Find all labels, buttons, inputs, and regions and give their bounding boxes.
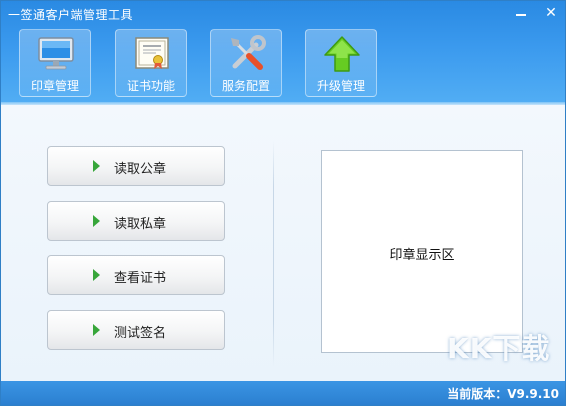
button-label: 测试签名 xyxy=(114,326,167,341)
read-public-seal-button[interactable]: 读取公章 xyxy=(47,146,225,186)
seal-display-area: 印章显示区 xyxy=(321,150,523,353)
toolbar-label: 证书功能 xyxy=(126,79,175,93)
close-button[interactable]: ✕ xyxy=(539,3,563,23)
toolbar-upgrade[interactable]: 升级管理 xyxy=(305,29,377,97)
play-arrow-icon xyxy=(93,215,100,227)
view-certificate-button[interactable]: 查看证书 xyxy=(47,255,225,295)
toolbar-label: 印章管理 xyxy=(30,79,79,93)
test-signature-button[interactable]: 测试签名 xyxy=(47,310,225,350)
close-icon: ✕ xyxy=(545,5,557,21)
read-private-seal-button[interactable]: 读取私章 xyxy=(47,201,225,241)
watermark: KK下载 xyxy=(447,332,551,365)
play-arrow-icon xyxy=(93,269,100,281)
header: 一签通客户端管理工具 ✕ 印章管理 证书功能 服务配置 升级管理 xyxy=(1,1,565,105)
minimize-icon xyxy=(516,14,526,16)
button-label: 读取私章 xyxy=(114,217,167,232)
seal-display-label: 印章显示区 xyxy=(389,248,455,263)
monitor-icon xyxy=(38,37,74,70)
version-label: 当前版本：V9.9.10 xyxy=(447,387,559,401)
upgrade-arrow-icon xyxy=(324,36,360,72)
toolbar-certificate[interactable]: 证书功能 xyxy=(115,29,187,97)
toolbar-service-config[interactable]: 服务配置 xyxy=(210,29,282,97)
button-label: 读取公章 xyxy=(114,162,167,177)
toolbar-seal-management[interactable]: 印章管理 xyxy=(19,29,91,97)
app-window: 一签通客户端管理工具 ✕ 印章管理 证书功能 服务配置 升级管理 读取公章 读取… xyxy=(0,0,566,406)
divider xyxy=(273,141,274,367)
play-arrow-icon xyxy=(93,324,100,336)
play-arrow-icon xyxy=(93,160,100,172)
toolbar-label: 升级管理 xyxy=(316,79,365,93)
status-bar: 当前版本：V9.9.10 xyxy=(1,381,565,405)
button-label: 查看证书 xyxy=(114,271,167,286)
toolbar-label: 服务配置 xyxy=(221,79,270,93)
minimize-button[interactable] xyxy=(509,3,533,23)
window-title: 一签通客户端管理工具 xyxy=(8,8,134,22)
tools-icon xyxy=(231,35,266,70)
certificate-icon xyxy=(135,37,169,69)
